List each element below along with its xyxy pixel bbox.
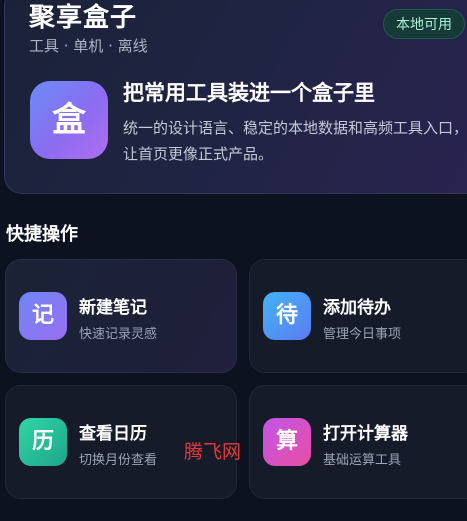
new-note-button[interactable]: 记 新建笔记 快速记录灵感 [5,259,237,373]
hero-description: 统一的设计语言、稳定的本地数据和高频工具入口，让首页更像正式产品。 [123,119,467,163]
status-badge: 本地可用 [383,9,465,39]
action-subtitle: 管理今日事项 [323,327,402,342]
add-todo-button[interactable]: 待 添加待办 管理今日事项 [249,259,467,373]
todo-icon: 待 [263,292,311,340]
calculator-icon: 算 [263,418,311,466]
box-app-icon: 盒 [30,81,108,159]
app-title: 聚享盒子 [29,3,138,33]
action-subtitle: 快速记录灵感 [79,327,158,342]
app-subtitle: 工具 · 单机 · 离线 [29,37,148,55]
hero-card: 聚享盒子 工具 · 单机 · 离线 本地可用 盒 把常用工具装进一个盒子里 统一… [4,0,467,194]
action-title: 打开计算器 [323,424,408,444]
open-calculator-button[interactable]: 算 打开计算器 基础运算工具 [249,385,467,499]
action-title: 新建笔记 [79,298,147,318]
hero-heading: 把常用工具装进一个盒子里 [123,81,375,105]
section-title-quick-actions: 快捷操作 [6,224,78,245]
action-title: 查看日历 [79,424,147,444]
action-subtitle: 切换月份查看 [79,453,158,468]
calendar-icon: 历 [19,418,67,466]
action-subtitle: 基础运算工具 [323,453,402,468]
action-title: 添加待办 [323,298,391,318]
watermark-text: 腾飞网 [184,441,242,463]
note-icon: 记 [19,292,67,340]
